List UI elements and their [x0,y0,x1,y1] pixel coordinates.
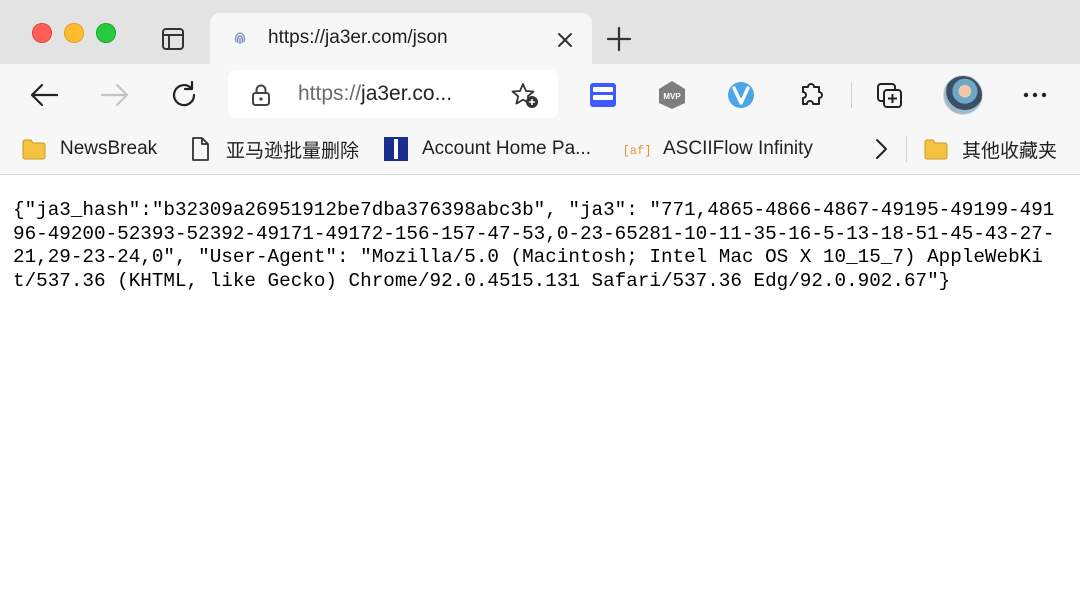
other-bookmarks-folder[interactable]: 其他收藏夹 [923,134,1057,164]
reading-list-extension-icon[interactable] [586,78,620,112]
minimize-window-button[interactable] [64,23,84,43]
svg-text:MVP: MVP [663,92,681,101]
json-response-text: {"ja3_hash":"b32309a26951912be7dba376398… [13,199,1055,293]
bookmarks-divider [906,136,907,162]
bookmark-asciiflow[interactable]: [af] ASCIIFlow Infinity [623,134,813,164]
profile-avatar[interactable] [943,75,983,115]
svg-text:[af]: [af] [624,144,650,158]
url-text[interactable]: https://ja3er.co... [298,82,452,106]
lock-icon[interactable] [250,83,272,107]
folder-icon [923,136,949,162]
extensions-puzzle-icon[interactable] [794,78,828,112]
new-tab-button[interactable] [604,24,634,54]
asciiflow-favicon: [af] [623,136,652,162]
toolbar: https://ja3er.co... MVP [0,64,1080,124]
page-icon [187,136,213,162]
collections-icon[interactable] [873,78,907,112]
back-button[interactable] [27,78,61,112]
folder-icon [21,136,47,162]
close-tab-icon[interactable] [554,29,576,51]
bookmark-favicon [383,136,409,162]
tab-strip: https://ja3er.com/json [0,0,1080,64]
address-bar[interactable]: https://ja3er.co... [228,70,558,118]
toolbar-divider [851,82,852,108]
chevron-right-icon[interactable] [866,134,896,164]
add-favorite-icon[interactable] [510,80,540,110]
bookmarks-bar: NewsBreak 亚马逊批量删除 Account Home Pa... [af… [0,124,1080,175]
fingerprint-icon [230,28,250,48]
bookmark-amazon-bulk-delete[interactable]: 亚马逊批量删除 [187,134,359,164]
refresh-button[interactable] [167,78,201,112]
zoom-window-button[interactable] [96,23,116,43]
browser-window: https://ja3er.com/json https://ja3er.co.… [0,0,1080,596]
forward-button[interactable] [98,78,132,112]
page-content: {"ja3_hash":"b32309a26951912be7dba376398… [0,175,1080,596]
close-window-button[interactable] [32,23,52,43]
bookmark-account-home[interactable]: Account Home Pa... [383,134,591,164]
tab-active[interactable]: https://ja3er.com/json [210,13,592,64]
more-menu-icon[interactable] [1018,78,1052,112]
tab-title: https://ja3er.com/json [268,27,448,48]
mvp-extension-icon[interactable]: MVP [655,78,689,112]
vimium-extension-icon[interactable] [724,78,758,112]
tab-actions-icon[interactable] [158,24,188,54]
bookmark-newsbreak[interactable]: NewsBreak [21,134,157,164]
